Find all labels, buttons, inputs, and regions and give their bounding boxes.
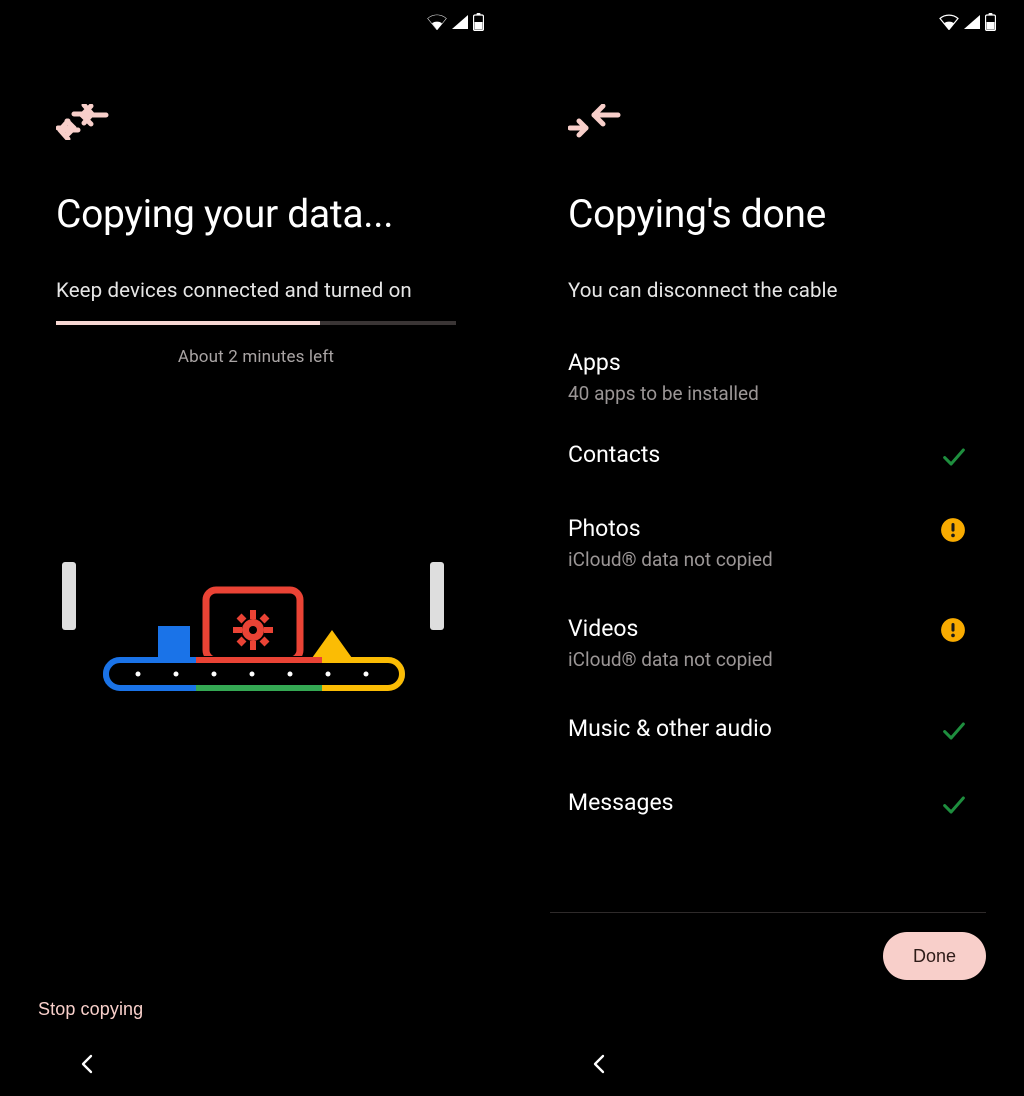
list-item: Videos iCloud® data not copied	[568, 615, 968, 671]
check-icon	[940, 791, 968, 819]
status-bar	[0, 0, 512, 44]
results-list: ContactsPhotosiCloud® data not copiedVid…	[568, 441, 968, 819]
progress-bar: About 2 minutes left	[56, 321, 456, 367]
done-button[interactable]: Done	[883, 932, 986, 980]
battery-icon	[473, 13, 484, 31]
item-title: Photos	[568, 515, 773, 542]
list-item: Contacts	[568, 441, 968, 471]
apps-title: Apps	[568, 349, 968, 376]
battery-icon	[985, 13, 996, 31]
transfer-arrows-icon	[56, 104, 512, 144]
item-title: Music & other audio	[568, 715, 772, 742]
list-item: Photos iCloud® data not copied	[568, 515, 968, 571]
item-subtitle: iCloud® data not copied	[568, 648, 773, 671]
item-title: Videos	[568, 615, 773, 642]
back-icon[interactable]	[80, 1054, 94, 1078]
signal-icon	[451, 14, 469, 30]
check-icon	[940, 717, 968, 745]
phone-done: Copying's done You can disconnect the ca…	[512, 0, 1024, 1096]
apps-subtitle: 40 apps to be installed	[568, 382, 968, 405]
wifi-icon	[427, 14, 447, 30]
status-bar	[512, 0, 1024, 44]
list-item: Music & other audio	[568, 715, 968, 745]
divider	[550, 912, 986, 913]
conveyor-illustration	[60, 556, 450, 716]
item-subtitle: iCloud® data not copied	[568, 548, 773, 571]
warning-icon	[940, 617, 968, 645]
page-subtitle: Keep devices connected and turned on	[56, 279, 456, 303]
list-item: Messages	[568, 789, 968, 819]
wifi-icon	[939, 14, 959, 30]
page-subtitle: You can disconnect the cable	[568, 279, 968, 303]
page-title: Copying's done	[568, 192, 1024, 237]
back-icon[interactable]	[592, 1054, 606, 1078]
item-title: Contacts	[568, 441, 660, 468]
stop-copying-button[interactable]: Stop copying	[38, 999, 143, 1020]
signal-icon	[963, 14, 981, 30]
warning-icon	[940, 517, 968, 545]
page-title: Copying your data...	[56, 192, 512, 237]
phone-copying: Copying your data... Keep devices connec…	[0, 0, 512, 1096]
time-remaining: About 2 minutes left	[56, 347, 456, 367]
item-title: Messages	[568, 789, 674, 816]
check-icon	[940, 443, 968, 471]
transfer-arrows-icon	[568, 104, 1024, 144]
apps-section: Apps 40 apps to be installed	[568, 349, 968, 405]
